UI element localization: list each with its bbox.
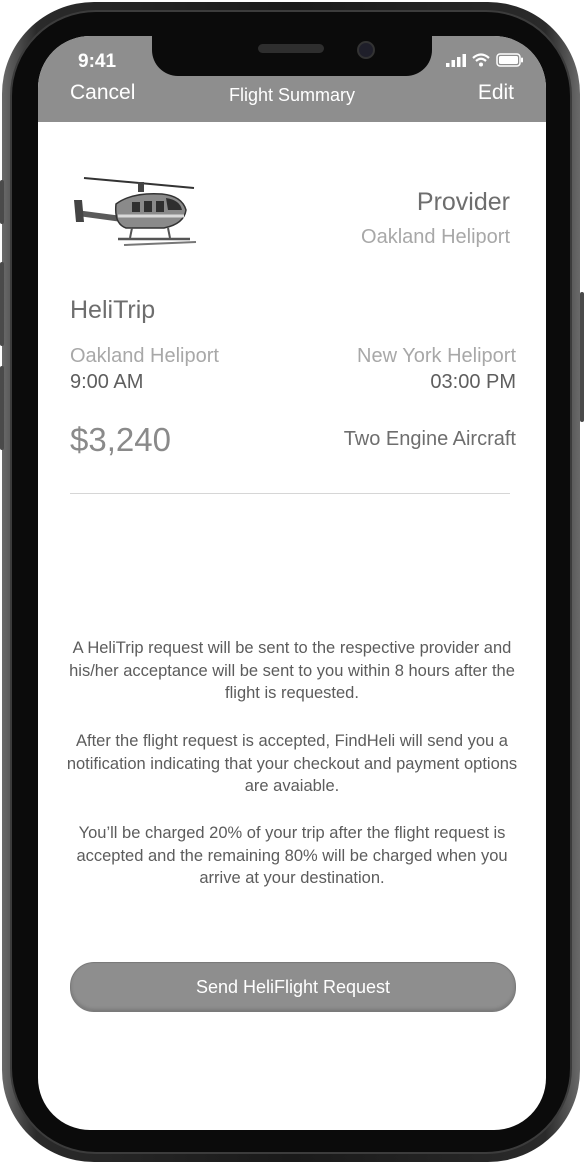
status-time: 9:41 xyxy=(78,51,117,72)
edit-button[interactable]: Edit xyxy=(478,81,514,105)
navigation-header: 9:41 Cancel Flight Summary Edit xyxy=(38,36,546,122)
divider xyxy=(70,493,510,494)
info-paragraph-request: A HeliTrip request will be sent to the r… xyxy=(69,639,515,702)
front-camera xyxy=(357,41,375,59)
speaker-grille xyxy=(258,44,324,53)
status-icons xyxy=(446,53,524,67)
screen: 9:41 Cancel Flight Summary Edit Provider… xyxy=(38,36,546,1130)
aircraft-type: Two Engine Aircraft xyxy=(343,428,516,450)
helicopter-image xyxy=(74,177,197,246)
arrival-time: 03:00 PM xyxy=(430,371,516,393)
trip-name: HeliTrip xyxy=(70,296,156,324)
trip-price: $3,240 xyxy=(70,421,171,458)
provider-heading: Provider xyxy=(416,188,510,216)
send-request-button[interactable]: Send HeliFlight Request xyxy=(70,962,516,1012)
departure-time: 9:00 AM xyxy=(70,371,144,393)
volume-up-button xyxy=(0,262,4,346)
battery-icon xyxy=(496,53,523,67)
volume-down-button xyxy=(0,366,4,450)
info-paragraph-notification: After the flight request is accepted, Fi… xyxy=(66,732,518,795)
notch xyxy=(152,36,432,76)
signal-icon xyxy=(446,53,466,67)
departure-location: Oakland Heliport xyxy=(70,345,219,367)
arrival-location: New York Heliport xyxy=(357,345,516,367)
power-button xyxy=(580,292,584,422)
info-paragraph-charges: You’ll be charged 20% of your trip after… xyxy=(76,824,508,887)
page-title: Flight Summary xyxy=(228,85,356,105)
wifi-icon xyxy=(472,53,490,67)
provider-name: Oakland Heliport xyxy=(361,226,510,248)
mute-switch xyxy=(0,180,4,224)
